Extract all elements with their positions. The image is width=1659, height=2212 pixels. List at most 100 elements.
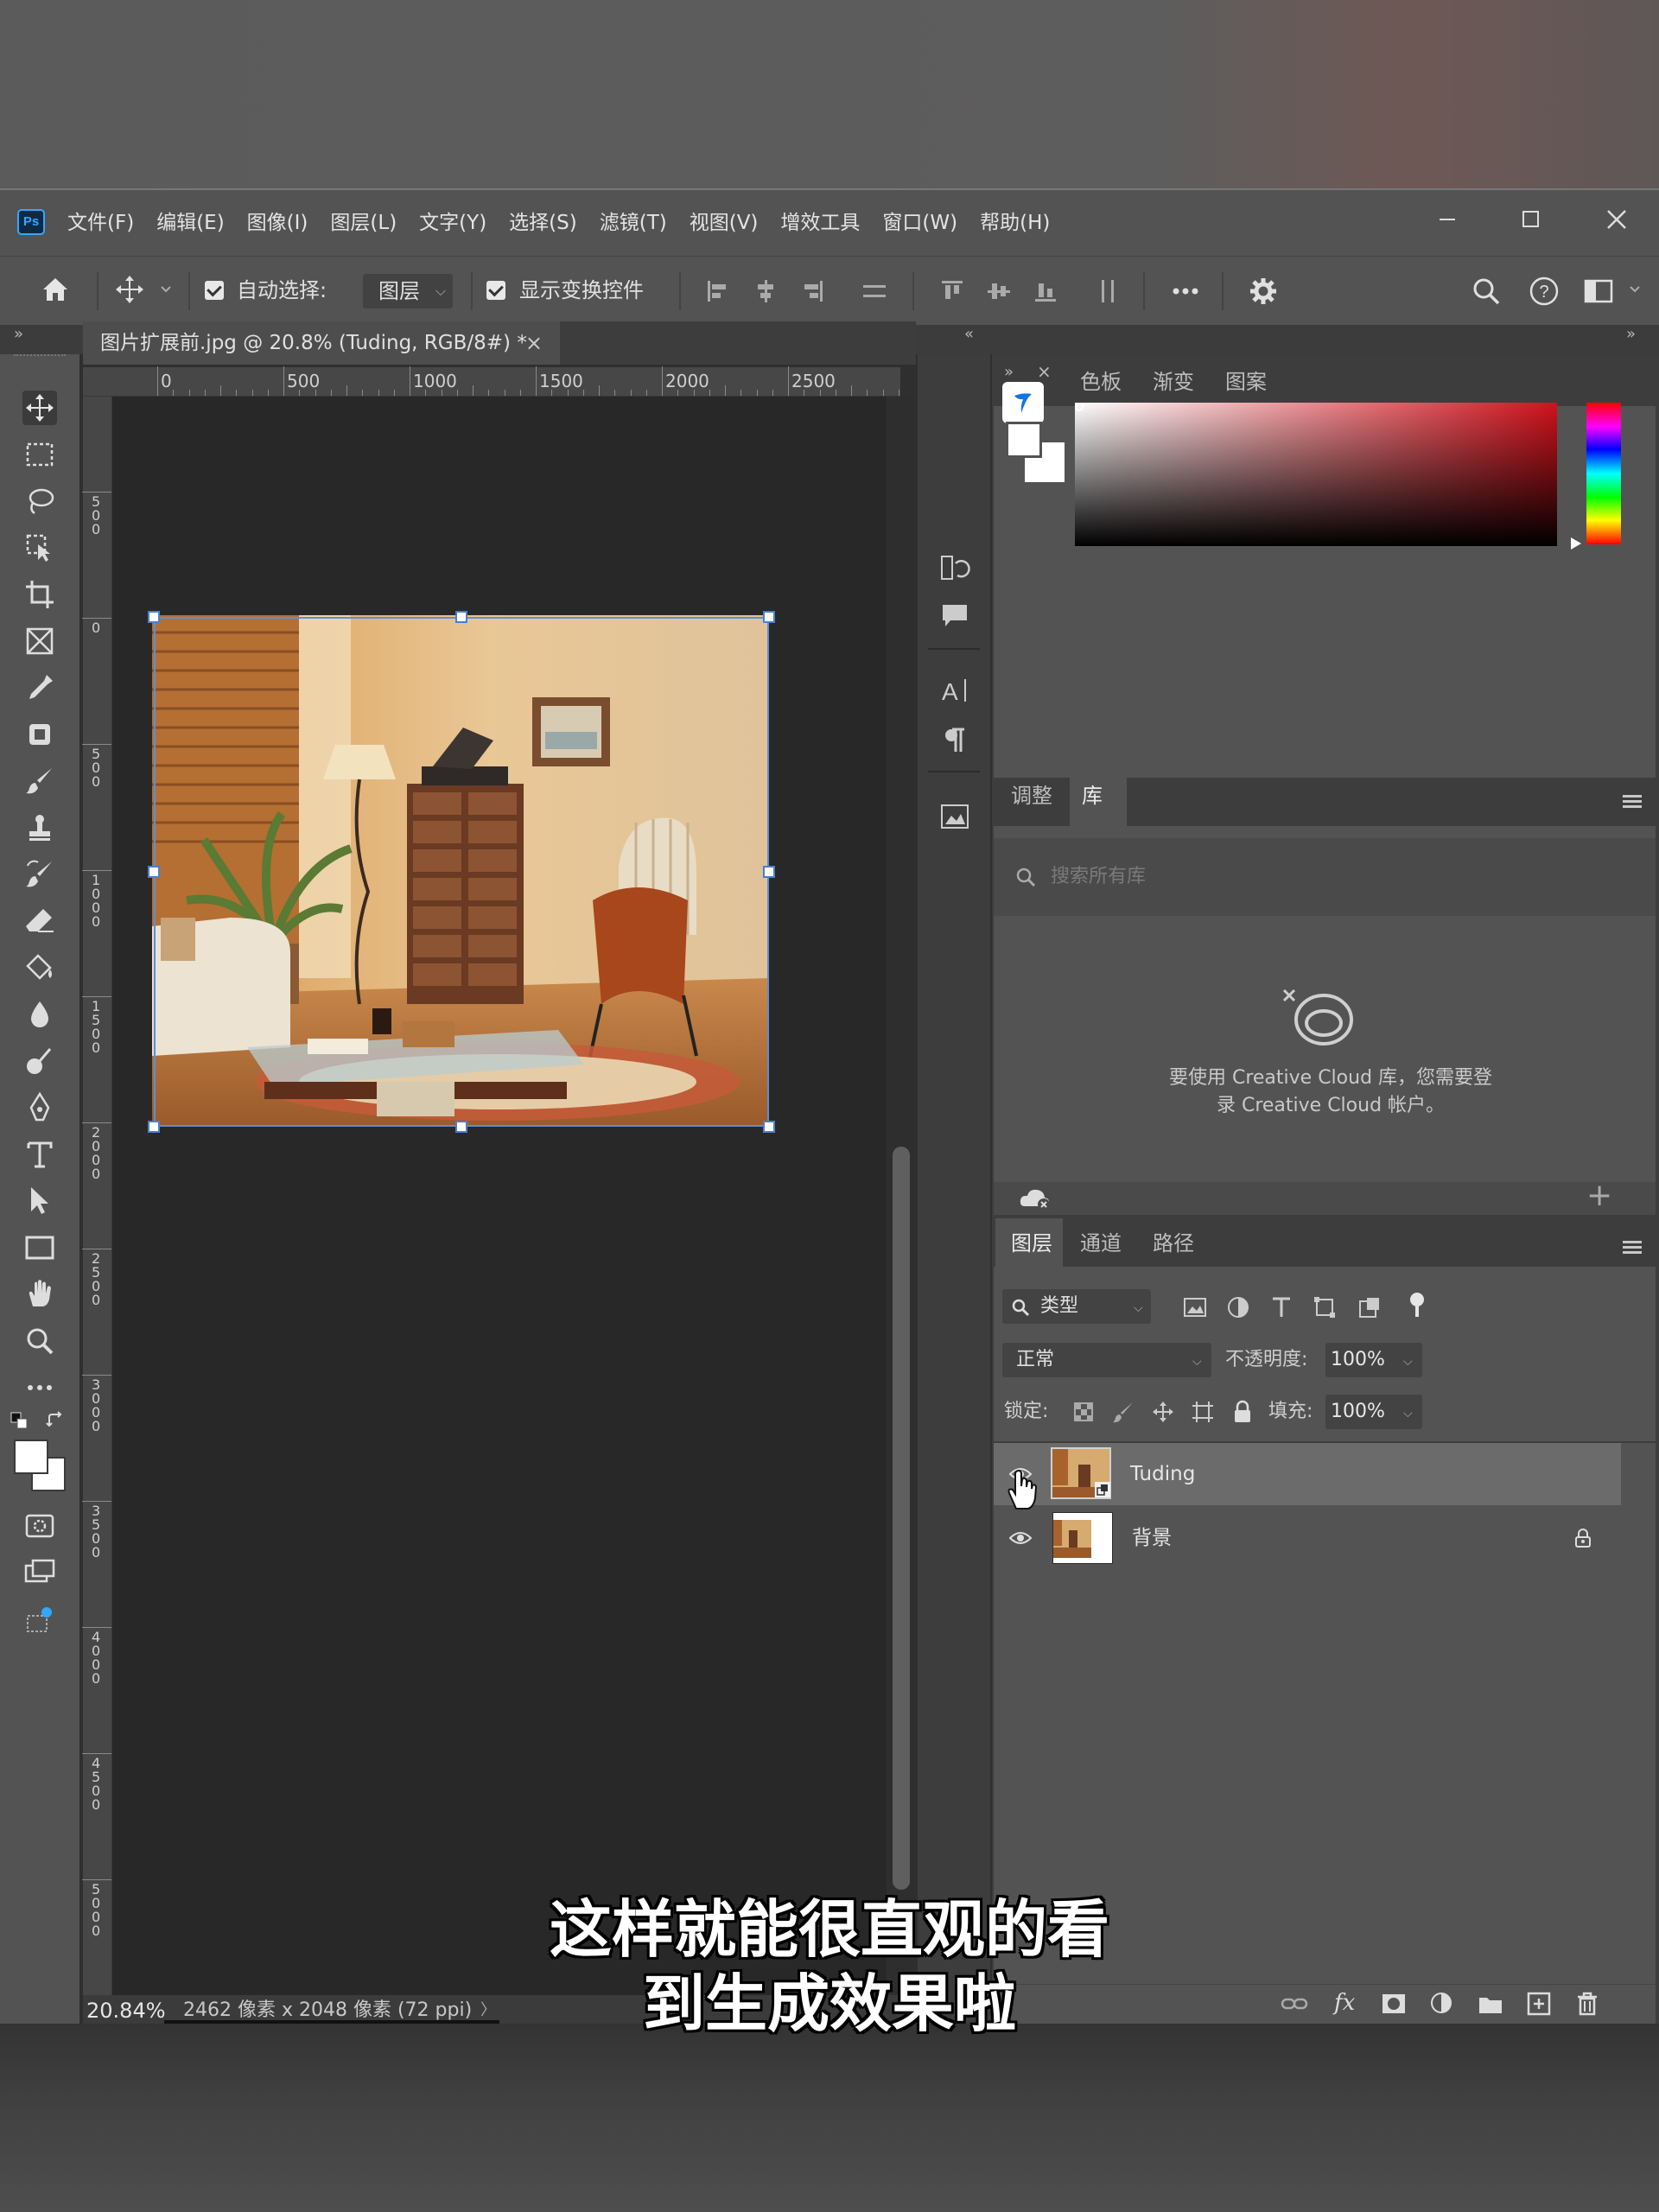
menu-view[interactable]: 视图(V) bbox=[690, 206, 759, 240]
lock-position-icon[interactable] bbox=[1151, 1400, 1175, 1424]
align-left-icon[interactable] bbox=[704, 277, 732, 305]
workspace-icon[interactable] bbox=[1581, 274, 1616, 308]
filter-type-icon[interactable] bbox=[1268, 1294, 1294, 1320]
expand-panels-icon[interactable]: » bbox=[1626, 325, 1636, 343]
character-panel-icon[interactable]: A bbox=[938, 674, 971, 707]
hand-tool-icon[interactable] bbox=[22, 1277, 57, 1312]
dodge-tool-icon[interactable] bbox=[22, 1044, 57, 1078]
edit-toolbar-icon[interactable] bbox=[22, 1602, 57, 1637]
tab-layers[interactable]: 图层 bbox=[1011, 1220, 1052, 1267]
foreground-color-preview[interactable] bbox=[1006, 422, 1042, 458]
close-window-icon[interactable] bbox=[1595, 202, 1638, 237]
move-tool-icon[interactable] bbox=[22, 391, 57, 425]
collapse-panel-icon[interactable]: » bbox=[1004, 363, 1014, 381]
path-selection-tool-icon[interactable] bbox=[22, 1184, 57, 1218]
pen-tool-icon[interactable] bbox=[22, 1090, 57, 1125]
menu-edit[interactable]: 编辑(E) bbox=[156, 206, 224, 240]
home-icon[interactable] bbox=[38, 272, 73, 307]
close-panel-icon[interactable]: × bbox=[1037, 361, 1052, 382]
tab-patterns[interactable]: 图案 bbox=[1225, 359, 1267, 405]
swap-colors-icon[interactable] bbox=[45, 1410, 66, 1431]
more-options-icon[interactable] bbox=[1168, 277, 1203, 305]
menu-help[interactable]: 帮助(H) bbox=[980, 206, 1050, 240]
show-transform-checkbox[interactable] bbox=[486, 281, 505, 300]
history-brush-tool-icon[interactable] bbox=[22, 857, 57, 892]
color-field-marker[interactable] bbox=[1075, 403, 1084, 411]
paint-bucket-tool-icon[interactable] bbox=[22, 950, 57, 985]
paragraph-panel-icon[interactable] bbox=[938, 724, 971, 757]
lock-artboard-icon[interactable] bbox=[1191, 1400, 1215, 1424]
add-library-button[interactable]: + bbox=[1586, 1180, 1612, 1211]
move-tool-preset-icon[interactable] bbox=[112, 272, 147, 307]
frame-tool-icon[interactable] bbox=[22, 624, 57, 658]
tab-paths[interactable]: 路径 bbox=[1153, 1220, 1194, 1267]
layer-row-background[interactable]: 背景 bbox=[994, 1507, 1656, 1569]
brush-tool-icon[interactable] bbox=[22, 764, 57, 798]
filter-smart-object-icon[interactable] bbox=[1357, 1294, 1382, 1320]
transform-handle-bottom[interactable] bbox=[455, 1121, 467, 1133]
distribute-icon[interactable] bbox=[861, 277, 888, 305]
panel-menu-icon[interactable] bbox=[1623, 795, 1642, 809]
tab-libraries[interactable]: 库 bbox=[1082, 772, 1103, 819]
filter-shape-icon[interactable] bbox=[1312, 1294, 1338, 1320]
align-middle-icon[interactable] bbox=[985, 277, 1013, 305]
transform-handle-right[interactable] bbox=[763, 866, 775, 878]
properties-panel-icon[interactable] bbox=[938, 800, 971, 833]
distribute-vertical-icon[interactable] bbox=[1094, 277, 1122, 305]
document-tab[interactable]: 图片扩展前.jpg @ 20.8% (Tuding, RGB/8#) * × bbox=[83, 321, 560, 365]
align-right-icon[interactable] bbox=[798, 277, 826, 305]
transform-handle-bottom-right[interactable] bbox=[763, 1121, 775, 1133]
align-bottom-icon[interactable] bbox=[1032, 277, 1059, 305]
filter-adjustment-icon[interactable] bbox=[1225, 1294, 1251, 1320]
filter-pixel-icon[interactable] bbox=[1182, 1294, 1208, 1320]
menu-select[interactable]: 选择(S) bbox=[509, 206, 577, 240]
vertical-scrollbar[interactable] bbox=[888, 397, 914, 1995]
color-field[interactable] bbox=[1075, 403, 1557, 546]
menu-image[interactable]: 图像(I) bbox=[247, 206, 308, 240]
rectangle-tool-icon[interactable] bbox=[22, 1230, 57, 1265]
comments-panel-icon[interactable] bbox=[938, 600, 971, 632]
more-tools-icon[interactable] bbox=[22, 1370, 57, 1405]
menu-file[interactable]: 文件(F) bbox=[67, 206, 134, 240]
transform-handle-top-left[interactable] bbox=[148, 611, 160, 623]
quick-mask-icon[interactable] bbox=[22, 1509, 57, 1543]
tab-swatches[interactable]: 色板 bbox=[1080, 359, 1122, 405]
marquee-tool-icon[interactable] bbox=[22, 437, 57, 472]
lasso-tool-icon[interactable] bbox=[22, 484, 57, 518]
transform-handle-top-right[interactable] bbox=[763, 611, 775, 623]
collapse-panels-icon[interactable]: « bbox=[964, 325, 974, 343]
clone-stamp-tool-icon[interactable] bbox=[22, 810, 57, 845]
chevron-down-icon[interactable] bbox=[159, 283, 173, 296]
screen-mode-icon[interactable] bbox=[22, 1555, 57, 1590]
healing-brush-tool-icon[interactable] bbox=[22, 717, 57, 752]
foreground-color-swatch[interactable] bbox=[14, 1440, 48, 1474]
help-icon[interactable]: ? bbox=[1527, 274, 1561, 308]
hue-slider[interactable] bbox=[1586, 403, 1621, 544]
hue-slider-marker[interactable] bbox=[1571, 537, 1581, 550]
eraser-tool-icon[interactable] bbox=[22, 904, 57, 938]
align-center-icon[interactable] bbox=[752, 277, 779, 305]
lock-all-icon[interactable] bbox=[1230, 1400, 1255, 1424]
visibility-eye-icon[interactable] bbox=[1009, 1529, 1032, 1547]
cloud-sync-icon[interactable] bbox=[1018, 1185, 1052, 1211]
align-top-icon[interactable] bbox=[938, 277, 966, 305]
gear-icon[interactable] bbox=[1246, 274, 1281, 308]
transform-handle-left[interactable] bbox=[148, 866, 160, 878]
history-panel-icon[interactable] bbox=[938, 551, 971, 584]
eyedropper-tool-icon[interactable] bbox=[22, 671, 57, 705]
lock-transparent-icon[interactable] bbox=[1071, 1400, 1096, 1424]
tab-gradients[interactable]: 渐变 bbox=[1153, 359, 1194, 405]
transform-handle-top[interactable] bbox=[455, 611, 467, 623]
auto-select-checkbox[interactable] bbox=[205, 281, 224, 300]
minimize-icon[interactable] bbox=[1426, 202, 1469, 237]
tab-channels[interactable]: 通道 bbox=[1080, 1220, 1122, 1267]
transform-bounding-box[interactable] bbox=[154, 617, 769, 1127]
maximize-icon[interactable] bbox=[1509, 202, 1552, 237]
panel-menu-icon[interactable] bbox=[1623, 1241, 1642, 1255]
search-icon[interactable] bbox=[1469, 274, 1503, 308]
layer-name[interactable]: 背景 bbox=[1132, 1507, 1172, 1569]
auto-select-dropdown[interactable]: 图层 ⌵ bbox=[363, 274, 453, 308]
menu-window[interactable]: 窗口(W) bbox=[882, 206, 957, 240]
menu-layer[interactable]: 图层(L) bbox=[330, 206, 397, 240]
default-colors-icon[interactable] bbox=[10, 1412, 28, 1429]
